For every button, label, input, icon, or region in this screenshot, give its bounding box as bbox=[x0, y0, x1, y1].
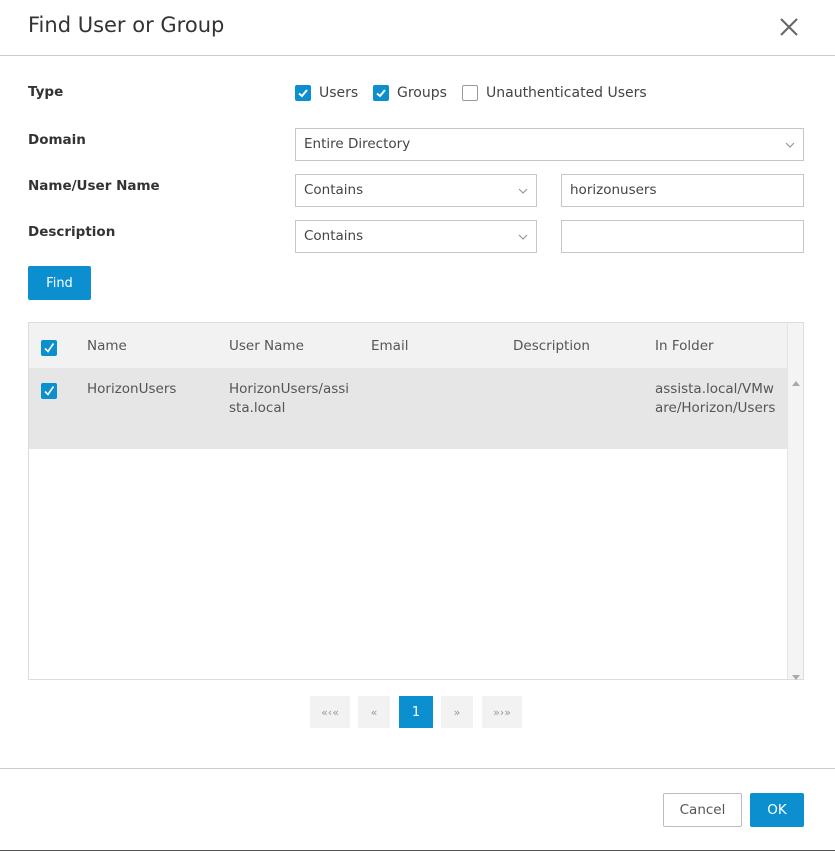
users-checkbox-group[interactable]: Users bbox=[295, 85, 358, 101]
close-icon bbox=[780, 18, 798, 36]
name-operator-select[interactable]: Contains bbox=[295, 174, 537, 207]
cell-in-folder: assista.local/VMware/Horizon/Users bbox=[655, 381, 776, 416]
unauthenticated-users-checkbox[interactable] bbox=[462, 85, 478, 101]
cancel-button[interactable]: Cancel bbox=[663, 793, 742, 827]
chevron-down-icon bbox=[518, 175, 528, 206]
last-page-button[interactable]: »›» bbox=[482, 696, 522, 728]
row-checkbox[interactable] bbox=[41, 383, 57, 399]
previous-page-button[interactable]: « bbox=[358, 696, 390, 728]
grid-header: Name User Name Email Description In Fold… bbox=[29, 323, 787, 368]
type-label: Type bbox=[28, 84, 64, 100]
results-grid: Name User Name Email Description In Fold… bbox=[28, 322, 804, 680]
first-page-button[interactable]: «‹« bbox=[310, 696, 350, 728]
checkmark-icon bbox=[376, 89, 386, 98]
column-header-email[interactable]: Email bbox=[371, 337, 408, 356]
scroll-up-arrow-icon[interactable] bbox=[792, 371, 800, 390]
description-operator-select[interactable]: Contains bbox=[295, 220, 537, 253]
chevron-down-icon bbox=[518, 221, 528, 252]
unauthenticated-users-checkbox-label: Unauthenticated Users bbox=[486, 85, 647, 101]
users-checkbox[interactable] bbox=[295, 85, 311, 101]
page-1-button[interactable]: 1 bbox=[399, 696, 433, 728]
domain-select-value: Entire Directory bbox=[304, 136, 411, 152]
find-user-or-group-dialog: Find User or Group Type Users Groups Una… bbox=[0, 0, 835, 852]
column-header-user-name[interactable]: User Name bbox=[229, 337, 304, 356]
checkmark-icon bbox=[44, 386, 55, 396]
domain-select[interactable]: Entire Directory bbox=[295, 128, 804, 161]
chevron-down-icon bbox=[785, 129, 795, 160]
find-button[interactable]: Find bbox=[28, 266, 91, 300]
domain-label: Domain bbox=[28, 132, 86, 148]
bottom-edge bbox=[0, 850, 835, 851]
scroll-down-arrow-icon[interactable] bbox=[792, 665, 800, 684]
groups-checkbox-group[interactable]: Groups bbox=[373, 85, 447, 101]
table-row[interactable]: HorizonUsers HorizonUsers/assista.local … bbox=[29, 368, 787, 449]
description-input[interactable] bbox=[561, 220, 804, 253]
unauthenticated-users-checkbox-group[interactable]: Unauthenticated Users bbox=[462, 85, 647, 101]
ok-button[interactable]: OK bbox=[750, 793, 804, 827]
groups-checkbox-label: Groups bbox=[397, 85, 447, 101]
dialog-title: Find User or Group bbox=[28, 13, 225, 37]
groups-checkbox[interactable] bbox=[373, 85, 389, 101]
next-page-button[interactable]: » bbox=[441, 696, 473, 728]
name-user-name-label: Name/User Name bbox=[28, 178, 160, 194]
checkmark-icon bbox=[298, 89, 308, 98]
footer-divider bbox=[0, 768, 835, 769]
select-all-checkbox[interactable] bbox=[41, 340, 57, 356]
cell-user-name: HorizonUsers/assista.local bbox=[229, 381, 350, 416]
cell-name: HorizonUsers bbox=[87, 381, 177, 397]
close-button[interactable] bbox=[776, 14, 802, 40]
column-header-name[interactable]: Name bbox=[87, 337, 127, 356]
column-header-in-folder[interactable]: In Folder bbox=[655, 337, 714, 356]
description-label: Description bbox=[28, 224, 116, 240]
description-operator-value: Contains bbox=[304, 228, 364, 244]
header-divider bbox=[0, 55, 835, 56]
checkmark-icon bbox=[44, 343, 55, 353]
name-operator-value: Contains bbox=[304, 182, 364, 198]
vertical-scrollbar[interactable] bbox=[787, 323, 803, 680]
column-header-description[interactable]: Description bbox=[513, 337, 590, 356]
name-input[interactable]: horizonusers bbox=[561, 174, 804, 207]
users-checkbox-label: Users bbox=[319, 85, 359, 101]
